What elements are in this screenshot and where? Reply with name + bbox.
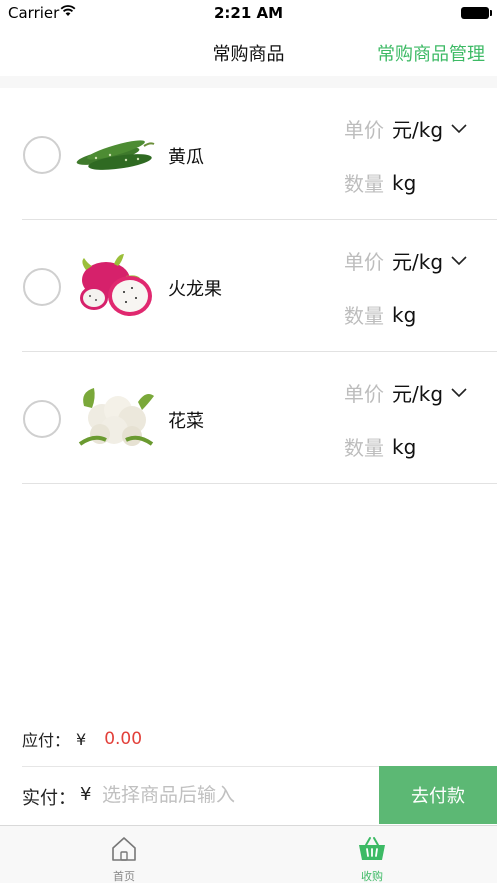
home-icon xyxy=(112,837,136,861)
chevron-down-icon xyxy=(451,387,467,397)
select-radio[interactable] xyxy=(23,136,61,174)
amount-due-value: 0.00 xyxy=(104,729,143,749)
chevron-down-icon xyxy=(451,123,467,133)
amount-paid-row: 实付： ¥ 去付款 xyxy=(0,766,497,824)
product-list: 黄瓜 单价 元/kg 数量 kg 火龙果 单价 元/kg 数量 kg 花菜 单价… xyxy=(0,88,497,484)
currency-symbol: ¥ xyxy=(80,784,92,805)
select-radio[interactable] xyxy=(23,268,61,306)
unit-price-selector[interactable]: 单价 元/kg xyxy=(344,378,467,407)
amount-due-row: 应付： ¥ 0.00 xyxy=(22,727,142,751)
amount-paid-input[interactable] xyxy=(102,776,362,814)
cauliflower-image xyxy=(78,388,154,446)
tab-bar: 首页 收购 xyxy=(0,825,497,883)
unit-price-selector[interactable]: 单价 元/kg xyxy=(344,246,467,275)
unit-price-unit: 元/kg xyxy=(392,118,444,142)
amount-due-label: 应付： xyxy=(22,731,71,750)
unit-price-unit: 元/kg xyxy=(392,250,444,274)
divider xyxy=(22,483,497,484)
product-name: 火龙果 xyxy=(168,279,222,300)
unit-price-label: 单价 xyxy=(344,250,384,274)
quantity-unit: kg xyxy=(392,434,417,459)
quantity-label: 数量 xyxy=(344,436,384,460)
manage-frequent-items-button[interactable]: 常购商品管理 xyxy=(377,40,485,66)
quantity-label: 数量 xyxy=(344,304,384,328)
chevron-down-icon xyxy=(451,255,467,265)
unit-price-selector[interactable]: 单价 元/kg xyxy=(344,114,467,143)
product-row-dragon-fruit: 火龙果 单价 元/kg 数量 kg xyxy=(0,220,497,352)
quantity-unit: kg xyxy=(392,170,417,195)
dragon-fruit-image xyxy=(80,254,152,316)
quantity-field[interactable]: 数量 kg xyxy=(344,168,416,197)
nav-bar: 常购商品 常购商品管理 xyxy=(0,28,497,76)
status-bar: Carrier 2:21 AM xyxy=(0,0,497,28)
product-name: 黄瓜 xyxy=(168,147,204,168)
tab-label: 首页 xyxy=(113,870,135,883)
select-radio[interactable] xyxy=(23,400,61,438)
tab-label: 收购 xyxy=(361,870,383,883)
basket-icon xyxy=(359,837,385,860)
unit-price-unit: 元/kg xyxy=(392,382,444,406)
pay-button[interactable]: 去付款 xyxy=(379,766,497,824)
section-gap xyxy=(0,76,497,88)
status-time: 2:21 AM xyxy=(213,4,284,22)
cucumber-image xyxy=(76,140,155,170)
quantity-label: 数量 xyxy=(344,172,384,196)
product-name: 花菜 xyxy=(168,411,204,432)
amount-paid-label: 实付： xyxy=(22,788,76,809)
payment-panel: 应付： ¥ 0.00 实付： ¥ 去付款 xyxy=(0,715,497,825)
quantity-field[interactable]: 数量 kg xyxy=(344,432,416,461)
unit-price-label: 单价 xyxy=(344,382,384,406)
quantity-unit: kg xyxy=(392,302,417,327)
quantity-field[interactable]: 数量 kg xyxy=(344,300,416,329)
unit-price-label: 单价 xyxy=(344,118,384,142)
product-row-cucumber: 黄瓜 单价 元/kg 数量 kg xyxy=(0,88,497,220)
tab-purchase[interactable]: 收购 xyxy=(248,826,496,883)
battery-icon xyxy=(461,7,492,19)
currency-symbol: ¥ xyxy=(76,729,87,749)
product-row-cauliflower: 花菜 单价 元/kg 数量 kg xyxy=(0,352,497,484)
tab-home[interactable]: 首页 xyxy=(0,826,248,883)
